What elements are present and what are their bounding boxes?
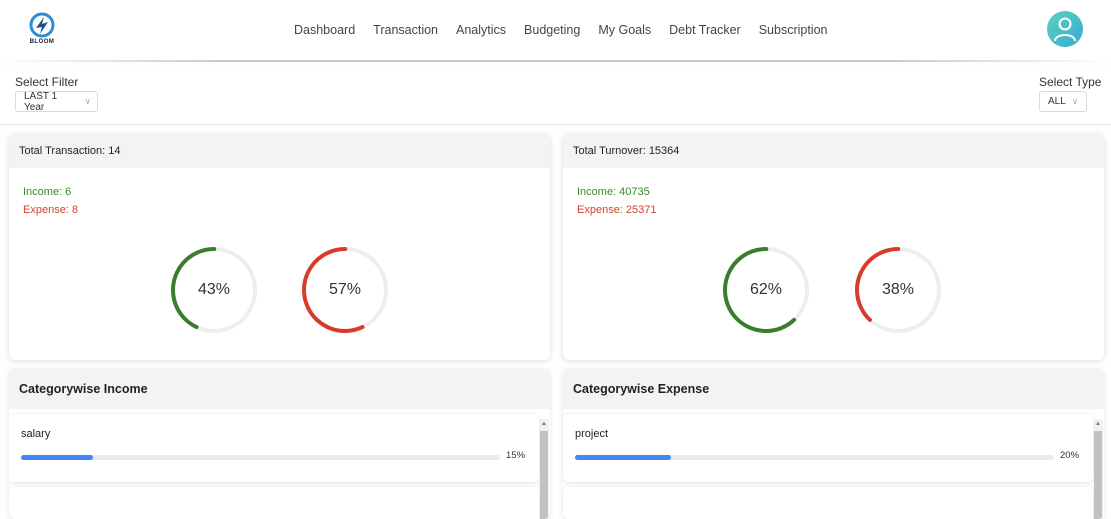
user-icon xyxy=(1054,17,1076,42)
category-pct: 15% xyxy=(506,450,526,461)
category-pct: 20% xyxy=(1060,450,1080,461)
total-transaction-card: Total Transaction: 14 Income: 6 Expense:… xyxy=(9,134,550,360)
categorywise-expense-title: Categorywise Expense xyxy=(563,369,1104,409)
transaction-income-pct: 43% xyxy=(197,281,231,298)
top-navbar: BLOOM Dashboard Transaction Analytics Bu… xyxy=(0,0,1111,60)
category-name: salary xyxy=(21,428,51,440)
total-turnover-card: Total Turnover: 15364 Income: 40735 Expe… xyxy=(563,134,1104,360)
categorywise-income-title: Categorywise Income xyxy=(9,369,550,409)
avatar[interactable] xyxy=(1047,11,1083,47)
transaction-expense-pct: 57% xyxy=(328,281,362,298)
transaction-expense-gauge: 57% xyxy=(299,244,391,336)
nav-budgeting[interactable]: Budgeting xyxy=(524,23,580,37)
turnover-expense-gauge: 38% xyxy=(852,244,944,336)
transaction-income-count: Income: 6 xyxy=(23,186,72,198)
scroll-up-icon[interactable]: ▲ xyxy=(1093,419,1103,429)
transaction-income-gauge: 43% xyxy=(168,244,260,336)
bloom-logo-icon xyxy=(29,12,55,38)
nav-transaction[interactable]: Transaction xyxy=(373,23,438,37)
category-progress-fill xyxy=(575,455,671,460)
category-progress-track xyxy=(21,455,500,460)
turnover-income-gauge: 62% xyxy=(720,244,812,336)
brand-logo-text: BLOOM xyxy=(29,39,55,45)
brand-logo[interactable]: BLOOM xyxy=(24,12,60,50)
select-filter-label: Select Filter xyxy=(15,75,79,89)
nav-analytics[interactable]: Analytics xyxy=(456,23,506,37)
chevron-down-icon: ∨ xyxy=(1071,96,1079,106)
list-item: salary 15% xyxy=(9,414,539,482)
filter-bar: Select Filter LAST 1 Year ∨ Select Type … xyxy=(0,66,1111,125)
select-type-label: Select Type xyxy=(1039,75,1102,89)
filter-select[interactable]: LAST 1 Year ∨ xyxy=(15,90,98,113)
turnover-expense-pct: 38% xyxy=(881,281,915,298)
type-select[interactable]: ALL ∨ xyxy=(1039,91,1087,112)
navbar-divider xyxy=(0,60,1111,62)
main-nav: Dashboard Transaction Analytics Budgetin… xyxy=(294,23,828,37)
list-item xyxy=(9,487,539,519)
scrollbar[interactable]: ▲ xyxy=(539,419,549,519)
list-item: project 20% xyxy=(563,414,1093,482)
turnover-income-amount: Income: 40735 xyxy=(577,186,650,198)
turnover-income-pct: 62% xyxy=(749,281,783,298)
category-progress-track xyxy=(575,455,1054,460)
nav-my-goals[interactable]: My Goals xyxy=(598,23,651,37)
scroll-up-icon[interactable]: ▲ xyxy=(539,419,549,429)
filter-select-value: LAST 1 Year xyxy=(24,90,58,113)
transaction-expense-count: Expense: 8 xyxy=(23,204,79,216)
nav-debt-tracker[interactable]: Debt Tracker xyxy=(669,23,741,37)
category-name: project xyxy=(575,428,609,440)
nav-subscription[interactable]: Subscription xyxy=(759,23,828,37)
total-transaction-title: Total Transaction: 14 xyxy=(9,134,550,168)
category-progress-fill xyxy=(21,455,93,460)
scrollbar[interactable]: ▲ xyxy=(1093,419,1103,519)
categorywise-income-panel: Categorywise Income salary 15% ▲ xyxy=(9,369,550,519)
nav-dashboard[interactable]: Dashboard xyxy=(294,23,355,37)
total-turnover-title: Total Turnover: 15364 xyxy=(563,134,1104,168)
turnover-expense-amount: Expense: 25371 xyxy=(577,204,657,216)
categorywise-expense-panel: Categorywise Expense project 20% ▲ xyxy=(563,369,1104,519)
list-item xyxy=(563,487,1093,519)
chevron-down-icon: ∨ xyxy=(84,96,91,106)
type-select-value: ALL xyxy=(1048,96,1066,107)
